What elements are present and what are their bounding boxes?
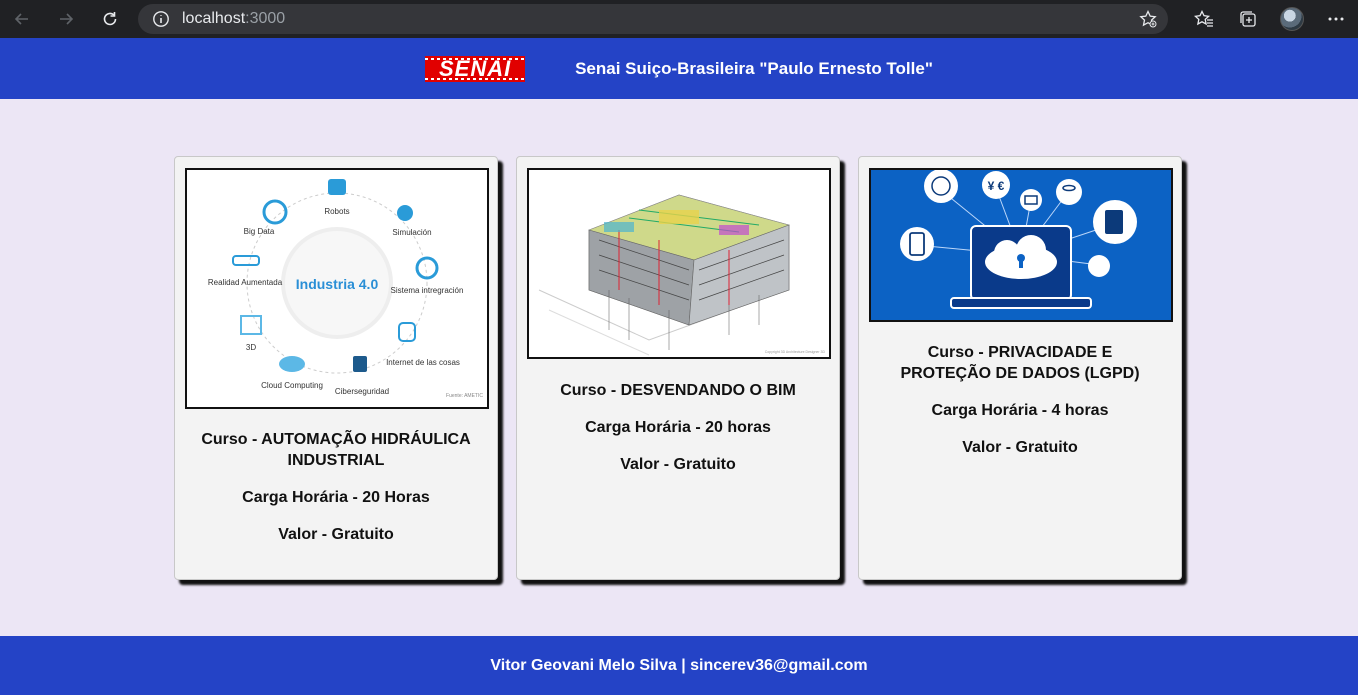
reload-icon [103, 12, 117, 26]
reload-button[interactable] [88, 0, 132, 38]
label-sistema: Sistema intregración [391, 286, 464, 295]
label-cloud: Cloud Computing [261, 381, 323, 390]
course-title: Curso - AUTOMAÇÃO HIDRÁULICA INDUSTRIAL [201, 431, 471, 469]
favorites-button[interactable] [1182, 0, 1226, 38]
collections-button[interactable] [1226, 0, 1270, 38]
back-button[interactable] [0, 0, 44, 38]
industria-center-label: Industria 4.0 [296, 276, 379, 292]
bim-caption: Copyright 3D Architecture Designer 3D [765, 350, 826, 354]
course-image-lgpd: ¥ € [869, 168, 1173, 322]
course-image-bim: Copyright 3D Architecture Designer 3D [527, 168, 831, 359]
add-favorite-icon[interactable] [1138, 9, 1158, 29]
logo-text: SENAI [438, 55, 512, 81]
arrow-right-icon [60, 13, 74, 25]
url-host: localhost [182, 10, 246, 27]
course-card: Industria 4.0 Robots Simulación Sistema … [174, 156, 498, 580]
source-note: Fuente: AMETIC [446, 393, 483, 399]
browser-toolbar: localhost:3000 [0, 0, 1358, 38]
menu-button[interactable] [1314, 0, 1358, 38]
course-hours: Carga Horária - 20 Horas [242, 489, 430, 506]
forward-button[interactable] [44, 0, 88, 38]
favorites-icon [1194, 9, 1213, 27]
course-image-industria: Industria 4.0 Robots Simulación Sistema … [185, 168, 489, 409]
footer-contact: Vitor Geovani Melo Silva | sincerev36@gm… [490, 656, 868, 674]
label-realidad: Realidad Aumentada [208, 278, 283, 287]
url-port: :3000 [245, 10, 286, 27]
currency-symbols: ¥ € [988, 179, 1005, 193]
label-3d: 3D [246, 343, 256, 352]
lgpd-network-illustration: ¥ € [871, 170, 1171, 320]
course-card: ¥ € Curso - PRIVACIDADE E PROTEÇÃO DE DA… [858, 156, 1182, 580]
arrow-left-icon [14, 13, 28, 25]
collections-icon [1240, 11, 1256, 27]
profile-button[interactable] [1270, 0, 1314, 38]
site-info-icon[interactable] [152, 10, 170, 28]
label-ciberseguridad: Ciberseguridad [335, 387, 389, 396]
avatar [1280, 7, 1304, 31]
label-robots: Robots [324, 207, 349, 216]
industria-diagram: Industria 4.0 Robots Simulación Sistema … [208, 179, 483, 399]
address-bar[interactable]: localhost:3000 [138, 4, 1168, 34]
senai-logo: SENAI [425, 55, 526, 82]
course-card: Copyright 3D Architecture Designer 3D Cu… [516, 156, 840, 580]
site-footer: Vitor Geovani Melo Silva | sincerev36@gm… [0, 636, 1358, 695]
page-title: Senai Suiço-Brasileira "Paulo Ernesto To… [575, 58, 933, 78]
label-simulacion: Simulación [392, 228, 431, 237]
course-price: Valor - Gratuito [278, 526, 394, 543]
course-list: Industria 4.0 Robots Simulación Sistema … [174, 156, 1182, 580]
course-title: Curso - PRIVACIDADE E PROTEÇÃO DE DADOS … [900, 344, 1140, 382]
url-text: localhost:3000 [182, 10, 285, 28]
site-header: SENAI Senai Suiço-Brasileira "Paulo Erne… [0, 38, 1358, 99]
bim-building-illustration: Copyright 3D Architecture Designer 3D [538, 194, 826, 356]
label-internet: Internet de las cosas [386, 358, 460, 367]
course-hours: Carga Horária - 20 horas [585, 419, 771, 436]
label-bigdata: Big Data [244, 227, 275, 236]
more-icon [1328, 17, 1344, 21]
course-price: Valor - Gratuito [620, 456, 736, 473]
course-title: Curso - DESVENDANDO O BIM [560, 382, 796, 399]
course-hours: Carga Horária - 4 horas [931, 402, 1109, 419]
course-price: Valor - Gratuito [962, 439, 1078, 456]
